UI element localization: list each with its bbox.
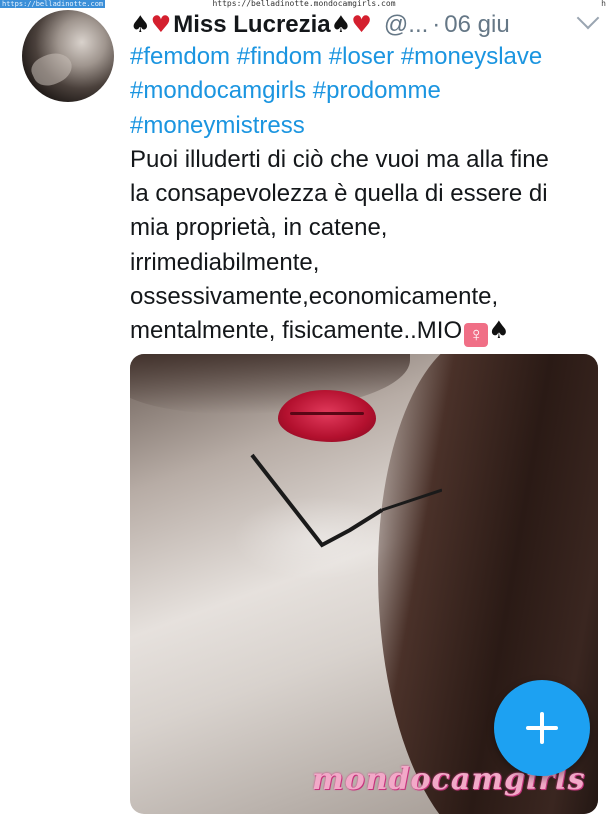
hashtag-line: #moneymistress xyxy=(130,109,600,143)
hashtag-link[interactable]: #moneyslave xyxy=(401,43,542,70)
avatar[interactable] xyxy=(22,10,114,102)
source-url-corner: h xyxy=(601,0,606,8)
hashtag-line: #femdom #findom #loser #moneyslave xyxy=(130,40,600,74)
hashtag-link[interactable]: #loser xyxy=(329,43,394,70)
tweet-text-line: ossessivamente,economicamente, xyxy=(130,283,499,311)
photo-lips xyxy=(278,390,376,442)
author-name[interactable]: Miss Lucrezia xyxy=(173,11,330,39)
tweet-header: ♠ ♥ Miss Lucrezia ♠ ♥ @... · 06 giu xyxy=(130,8,598,42)
heart-icon: ♥ xyxy=(351,12,372,38)
hashtag-link[interactable]: #mondocamgirls xyxy=(130,77,306,104)
tweet-text-line: mentalmente, fisicamente..MIO xyxy=(130,317,463,345)
tweet-text-line-last: mentalmente, fisicamente..MIO ♀ ♠ xyxy=(130,314,600,348)
hashtag-link[interactable]: #femdom xyxy=(130,43,230,70)
plus-icon xyxy=(540,712,544,744)
tweet-body: #femdom #findom #loser #moneyslave #mond… xyxy=(130,40,600,349)
hashtag-line: #mondocamgirls #prodomme xyxy=(130,74,600,108)
spade-icon: ♠ xyxy=(488,316,510,345)
photo-collar xyxy=(250,453,442,548)
separator-dot: · xyxy=(432,11,441,38)
tweet-text-line: mia proprietà, in catene, xyxy=(130,214,388,242)
tweet-text-line: la consapevolezza è quella di essere di xyxy=(130,180,548,208)
tweet-text-line: irrimediabilmente, xyxy=(130,248,320,276)
spade-icon: ♠ xyxy=(330,12,352,38)
tweet-date[interactable]: 06 giu xyxy=(444,11,509,39)
hashtag-link[interactable]: #prodomme xyxy=(313,77,441,104)
hashtag-link[interactable]: #findom xyxy=(237,43,322,70)
source-url-side: https://belladinotte.com xyxy=(0,0,106,8)
female-sign-icon: ♀ xyxy=(464,323,489,348)
heart-icon: ♥ xyxy=(150,12,172,38)
compose-fab-button[interactable] xyxy=(494,680,590,776)
author-handle[interactable]: @... xyxy=(384,11,428,39)
spade-icon: ♠ xyxy=(130,12,151,38)
hashtag-link[interactable]: #moneymistress xyxy=(130,112,305,139)
tweet-text-line: Puoi illuderti di ciò che vuoi ma alla f… xyxy=(130,145,549,173)
